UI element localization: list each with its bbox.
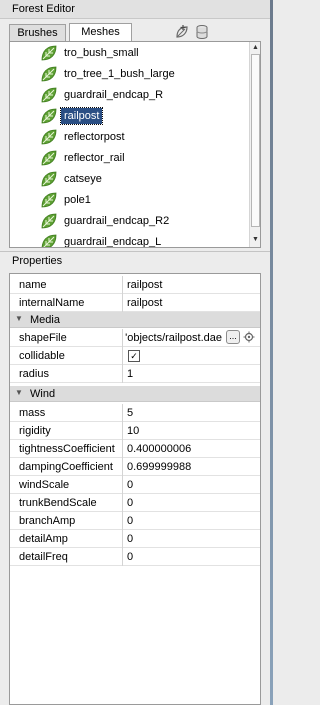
- property-key: tightnessCoefficient: [19, 443, 115, 455]
- leaf-icon: [41, 192, 57, 208]
- mesh-tree[interactable]: tro_bush_small tro_tree_1_bush_largeguard…: [9, 41, 261, 248]
- leaf-icon: [41, 150, 57, 166]
- tree-scrollbar[interactable]: ▲ ▼: [249, 42, 260, 247]
- property-row-radius[interactable]: radius 1: [10, 365, 260, 383]
- property-key: dampingCoefficient: [19, 461, 113, 473]
- property-row-tightnesscoefficient[interactable]: tightnessCoefficient 0.400000006: [10, 440, 260, 458]
- property-value[interactable]: 0.400000006: [127, 443, 191, 455]
- tab-toolbar: [174, 24, 214, 40]
- leaf-icon: [41, 171, 57, 187]
- tree-item-label: tro_bush_small: [64, 47, 139, 59]
- tree-item[interactable]: reflector_rail: [40, 148, 128, 168]
- property-row-collidable[interactable]: collidable ✓: [10, 347, 260, 365]
- tree-item[interactable]: guardrail_endcap_R2: [40, 211, 172, 231]
- property-row-name[interactable]: name railpost: [10, 276, 260, 294]
- add-mesh-icon[interactable]: [174, 24, 190, 40]
- properties-panel: name railpost internalName railpost ▼ Me…: [9, 273, 261, 705]
- tree-item[interactable]: guardrail_endcap_L: [40, 232, 164, 248]
- tree-item[interactable]: pole1: [40, 190, 94, 210]
- category-media[interactable]: ▼ Media: [10, 312, 260, 328]
- tree-item-label: tro_tree_1_bush_large: [64, 68, 175, 80]
- collidable-checkbox[interactable]: ✓: [128, 350, 140, 362]
- property-value[interactable]: 0: [127, 479, 133, 491]
- edit-shape-icon[interactable]: [243, 331, 255, 343]
- property-row-mass[interactable]: mass 5: [10, 404, 260, 422]
- property-row-detailfreq[interactable]: detailFreq 0: [10, 548, 260, 566]
- window-frame-edge: [270, 0, 273, 705]
- category-label: Wind: [30, 388, 56, 400]
- tree-item-label: pole1: [64, 194, 91, 206]
- property-key: detailAmp: [19, 533, 68, 545]
- property-row-rigidity[interactable]: rigidity 10: [10, 422, 260, 440]
- tree-item-label: catseye: [64, 173, 102, 185]
- tab-brushes[interactable]: Brushes: [9, 24, 66, 42]
- property-key: trunkBendScale: [19, 497, 97, 509]
- property-key: mass: [19, 407, 46, 419]
- property-value[interactable]: 1: [127, 368, 133, 380]
- property-key: name: [19, 279, 47, 291]
- property-value[interactable]: 0: [127, 497, 133, 509]
- property-key: radius: [19, 368, 49, 380]
- tree-item-label: reflector_rail: [64, 152, 125, 164]
- property-value[interactable]: 0: [127, 551, 133, 563]
- property-value[interactable]: 10: [127, 425, 139, 437]
- collapse-arrow-icon[interactable]: ▼: [15, 314, 23, 323]
- property-key: windScale: [19, 479, 70, 491]
- scroll-down-arrow[interactable]: ▼: [251, 235, 260, 245]
- tree-item[interactable]: catseye: [40, 169, 105, 189]
- panel-titlebar: Forest Editor: [0, 0, 270, 19]
- leaf-icon: [41, 213, 57, 229]
- property-value[interactable]: 0: [127, 515, 133, 527]
- property-value[interactable]: railpost: [127, 297, 162, 309]
- tree-item-label: guardrail_endcap_R: [64, 89, 164, 101]
- collapse-arrow-icon[interactable]: ▼: [15, 388, 23, 397]
- category-label: Media: [30, 314, 60, 326]
- property-key: detailFreq: [19, 551, 68, 563]
- tree-item[interactable]: guardrail_endcap_R: [40, 85, 166, 105]
- tree-item-label: railpost: [59, 107, 104, 125]
- property-row-windscale[interactable]: windScale 0: [10, 476, 260, 494]
- property-row-dampingcoefficient[interactable]: dampingCoefficient 0.699999988: [10, 458, 260, 476]
- tab-meshes[interactable]: Meshes: [69, 23, 132, 42]
- property-value[interactable]: 0: [127, 533, 133, 545]
- tree-item[interactable]: tro_tree_1_bush_large: [40, 64, 178, 84]
- leaf-icon: [41, 108, 57, 124]
- panel-splitter[interactable]: [0, 251, 270, 253]
- property-row-branchamp[interactable]: branchAmp 0: [10, 512, 260, 530]
- property-key: branchAmp: [19, 515, 76, 527]
- panel-title: Forest Editor: [12, 3, 75, 15]
- leaf-icon: [41, 87, 57, 103]
- leaf-icon: [41, 234, 57, 247]
- property-key: rigidity: [19, 425, 51, 437]
- leaf-icon: [41, 66, 57, 82]
- property-key: internalName: [19, 297, 85, 309]
- tree-item[interactable]: railpost: [40, 106, 104, 126]
- tree-item[interactable]: tro_bush_small: [40, 43, 142, 63]
- property-key: shapeFile: [19, 332, 67, 344]
- property-value[interactable]: 5: [127, 407, 133, 419]
- delete-database-icon[interactable]: [194, 24, 210, 40]
- property-row-internalname[interactable]: internalName railpost: [10, 294, 260, 312]
- tree-item-label: guardrail_endcap_L: [64, 236, 162, 248]
- leaf-icon: [41, 45, 57, 61]
- property-row-detailamp[interactable]: detailAmp 0: [10, 530, 260, 548]
- property-row-trunkbendscale[interactable]: trunkBendScale 0: [10, 494, 260, 512]
- shapefile-path[interactable]: 'objects/railpost.dae: [122, 332, 222, 344]
- scroll-thumb[interactable]: [251, 54, 260, 227]
- properties-header: Properties: [12, 255, 63, 267]
- tree-item-label: reflectorpost: [64, 131, 125, 143]
- browse-button[interactable]: ...: [226, 330, 240, 344]
- scroll-up-arrow[interactable]: ▲: [251, 43, 260, 53]
- property-key: collidable: [19, 350, 65, 362]
- tree-item-label: guardrail_endcap_R2: [64, 215, 170, 227]
- category-wind[interactable]: ▼ Wind: [10, 386, 260, 402]
- tree-item[interactable]: reflectorpost: [40, 127, 128, 147]
- leaf-icon: [41, 129, 57, 145]
- property-value[interactable]: 0.699999988: [127, 461, 191, 473]
- property-row-shapefile[interactable]: shapeFile 'objects/railpost.dae ...: [10, 329, 260, 347]
- property-value[interactable]: railpost: [127, 279, 162, 291]
